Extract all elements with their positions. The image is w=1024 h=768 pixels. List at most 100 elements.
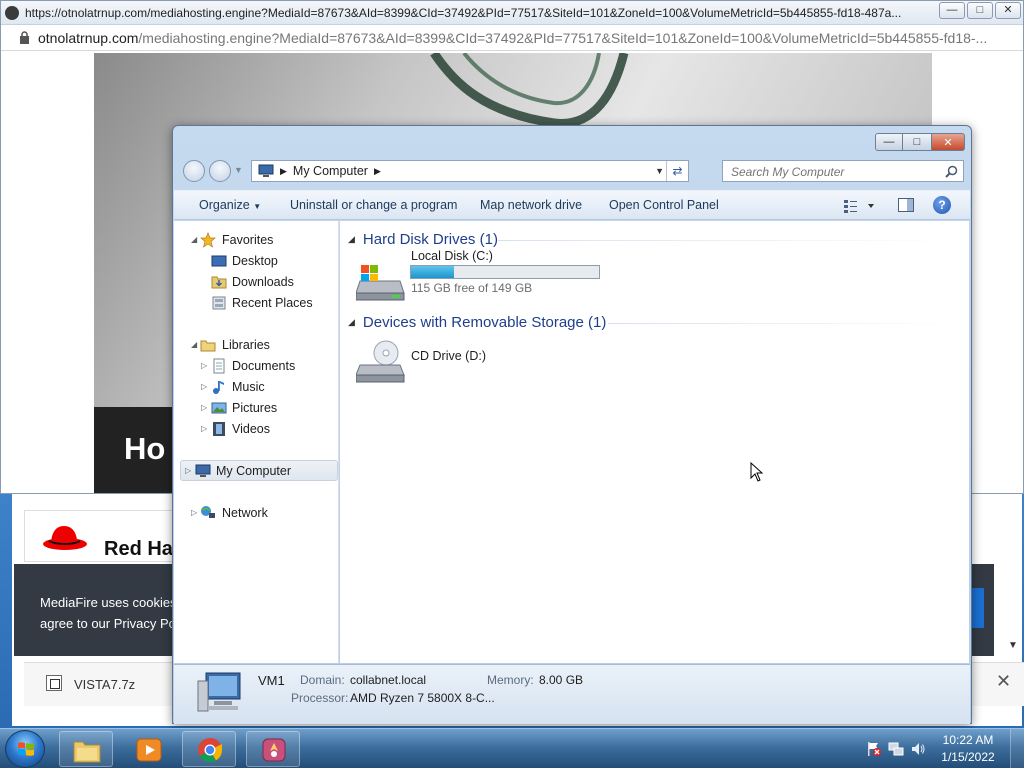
nav-music-label: Music [232,379,265,394]
search-input[interactable] [731,165,931,179]
star-icon [200,231,216,248]
group-header-removable[interactable]: ◢ Devices with Removable Storage (1) [348,314,606,331]
memory-label: Memory: [487,673,534,687]
taskbar-app[interactable] [246,731,300,767]
nav-videos-label: Videos [232,421,270,436]
change-view-icon[interactable] [842,198,878,214]
recent-pages-dropdown-icon[interactable]: ▼ [234,165,243,175]
show-desktop-button[interactable] [1010,729,1024,768]
collapse-arrow-icon[interactable]: ◢ [191,340,197,349]
url-bar[interactable]: otnolatrnup.com/mediahosting.engine?Medi… [1,25,1023,51]
desktop-icon [211,255,227,266]
expand-arrow-icon[interactable]: ▷ [185,466,191,475]
drive-c-usage-fill [411,266,454,278]
expand-arrow-icon[interactable]: ▷ [191,508,197,517]
nav-desktop-label: Desktop [232,253,278,268]
collapse-arrow-icon[interactable]: ◢ [191,235,197,244]
nav-music[interactable]: ▷ Music [174,376,338,397]
computer-icon [195,464,211,477]
clock-date[interactable]: 1/15/2022 [932,750,1004,764]
taskbar-chrome[interactable] [182,731,236,767]
group-header-removable-label: Devices with Removable Storage (1) [362,314,607,331]
nav-network[interactable]: ▷ Network [174,502,338,523]
network-tray-icon[interactable] [888,741,904,757]
breadcrumb-arrow-icon[interactable]: ▶ [374,166,381,177]
download-bar-close-icon[interactable]: ✕ [996,671,1011,692]
nav-downloads[interactable]: Downloads [174,271,338,292]
explorer-close-button[interactable]: ✕ [932,133,965,151]
computer-icon [258,164,274,177]
processor-label: Processor: [291,691,349,705]
explorer-minimize-button[interactable]: — [875,133,903,151]
nav-documents[interactable]: ▷ Documents [174,355,338,376]
nav-recent-label: Recent Places [232,295,313,310]
nav-my-computer[interactable]: ▷ My Computer [180,460,338,481]
uninstall-program-button[interactable]: Uninstall or change a program [290,198,457,212]
url-host: otnolatrnup.com [38,29,139,46]
organize-button[interactable]: Organize ▼ [199,198,261,212]
forward-button[interactable] [209,160,231,182]
expand-arrow-icon[interactable]: ▷ [201,403,207,412]
group-header-hard-disks[interactable]: ◢ Hard Disk Drives (1) [348,231,498,248]
open-control-panel-button[interactable]: Open Control Panel [609,198,719,212]
breadcrumb-arrow-icon[interactable]: ▶ [280,166,287,177]
nav-pictures[interactable]: ▷ Pictures [174,397,338,418]
explorer-maximize-button[interactable]: □ [903,133,932,151]
banknote-pattern [430,53,629,128]
network-icon [201,505,215,518]
taskbar-media-player[interactable] [121,731,175,767]
cookie-line-2: agree to our Privacy Po [40,616,176,631]
download-filename[interactable]: VISTA7.7z [74,677,135,692]
nav-videos[interactable]: ▷ Videos [174,418,338,439]
redhat-text: Red Ha [104,538,173,560]
banner-heading: Ho [124,431,166,466]
preview-pane-icon[interactable] [898,198,914,212]
cookie-accept-button[interactable] [970,588,984,628]
redhat-logo-icon [43,526,87,550]
collapse-arrow-icon[interactable]: ◢ [348,317,355,327]
navigation-row: ▼ ▶ My Computer ▶ ▼ ⇄ [181,160,965,182]
nav-favorites[interactable]: ◢ Favorites [174,229,338,250]
search-box[interactable] [722,160,964,182]
maximize-button[interactable]: □ [967,2,993,19]
drive-c-name: Local Disk (C:) [411,249,493,263]
url-text[interactable]: otnolatrnup.com/mediahosting.engine?Medi… [38,30,1023,46]
chrome-icon [198,738,222,763]
nav-recent-places[interactable]: Recent Places [174,292,338,313]
popup-titlebar[interactable]: https://otnolatrnup.com/mediahosting.eng… [1,1,1023,25]
nav-libraries[interactable]: ◢ Libraries [174,334,338,355]
nav-pictures-label: Pictures [232,400,278,415]
hard-disk-icon [356,265,405,301]
back-button[interactable] [183,160,205,182]
explorer-titlebar[interactable]: — □ ✕ [173,126,971,158]
breadcrumb-my-computer[interactable]: My Computer [293,164,368,178]
expand-arrow-icon[interactable]: ▷ [201,361,207,370]
minimize-button[interactable]: — [939,2,965,19]
collapse-arrow-icon[interactable]: ◢ [348,234,355,244]
address-bar[interactable]: ▶ My Computer ▶ ▼ ⇄ [251,160,689,182]
map-network-drive-button[interactable]: Map network drive [480,198,582,212]
cookie-line-1: MediaFire uses cookies [40,595,177,610]
mouse-cursor-icon [750,462,764,482]
start-button[interactable] [5,730,45,768]
expand-arrow-icon[interactable]: ▷ [201,382,207,391]
nav-desktop[interactable]: Desktop [174,250,338,271]
address-dropdown-icon[interactable]: ▼ [655,166,664,176]
close-button[interactable]: ✕ [995,2,1021,19]
scroll-down-arrow-icon[interactable]: ▼ [1008,640,1018,651]
action-center-flag-icon[interactable] [866,741,882,757]
nav-downloads-label: Downloads [232,274,294,289]
clock-time[interactable]: 10:22 AM [932,733,1004,747]
recent-places-icon [212,296,226,309]
search-icon[interactable] [945,165,958,178]
nav-computer-label: My Computer [216,463,292,478]
media-player-icon [136,738,162,762]
cookie-text: MediaFire uses cookies agree to our Priv… [40,592,177,634]
refresh-icon[interactable]: ⇄ [666,161,688,181]
help-icon[interactable]: ? [933,196,951,214]
url-path: /mediahosting.engine?MediaId=87673&AId=8… [138,29,988,46]
volume-icon[interactable] [910,741,926,757]
expand-arrow-icon[interactable]: ▷ [201,424,207,433]
domain-label: Domain: [300,673,345,687]
taskbar-explorer[interactable] [59,731,113,767]
